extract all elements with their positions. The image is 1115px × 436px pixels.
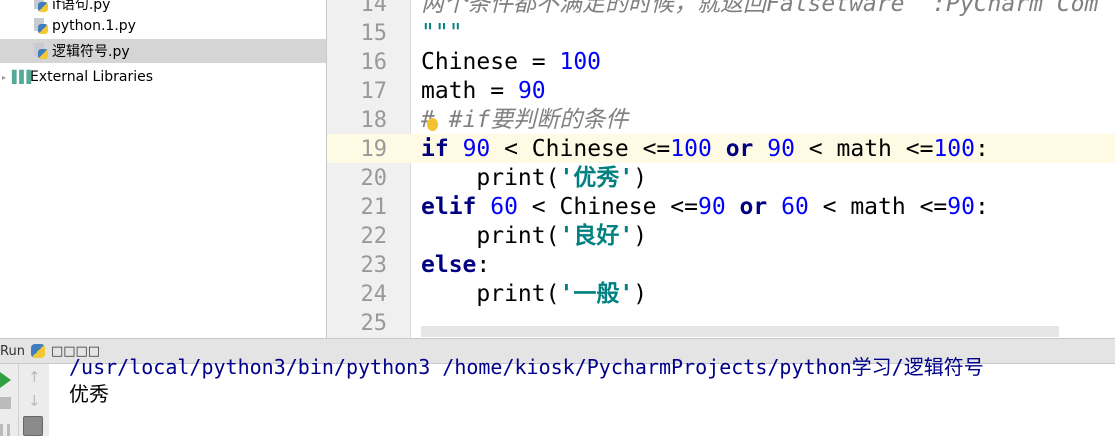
library-icon: ▌▌▌ bbox=[12, 70, 36, 84]
file-label: python.1.py bbox=[52, 18, 136, 34]
code-line-23: else: bbox=[421, 252, 491, 278]
console-output[interactable]: /usr/local/python3/bin/python3 /home/kio… bbox=[49, 355, 1115, 436]
console-controls: ↑ ↓ bbox=[18, 364, 49, 436]
line-number: 21 bbox=[360, 195, 388, 220]
up-arrow-icon[interactable]: ↑ bbox=[28, 368, 41, 386]
console-command: /usr/local/python3/bin/python3 /home/kio… bbox=[69, 355, 984, 379]
tree-external-libraries[interactable]: ▸ ▌▌▌ External Libraries bbox=[0, 65, 326, 89]
tree-file-python1[interactable]: python.1.py bbox=[0, 14, 326, 38]
file-label: 逻辑符号.py bbox=[52, 44, 130, 60]
code-line-21: elif 60 < Chinese <=90 or 60 < math <=90… bbox=[421, 194, 989, 220]
line-number: 17 bbox=[360, 79, 388, 104]
code-line-24: print('一般') bbox=[421, 281, 648, 307]
line-number: 25 bbox=[360, 311, 388, 336]
code-line-20: print('优秀') bbox=[421, 165, 648, 191]
python-file-icon bbox=[34, 43, 48, 59]
line-number: 18 bbox=[360, 108, 388, 133]
code-line-22: print('良好') bbox=[421, 223, 648, 249]
external-libraries-label: External Libraries bbox=[30, 69, 153, 85]
line-number: 20 bbox=[360, 166, 388, 191]
code-line-16: Chinese = 100 bbox=[421, 49, 602, 75]
code-line-19: if 90 < Chinese <=100 or 90 < math <=100… bbox=[421, 136, 989, 162]
tree-file-selected[interactable]: 逻辑符号.py bbox=[0, 39, 326, 63]
line-number: 16 bbox=[360, 50, 388, 75]
python-icon bbox=[30, 344, 45, 358]
stop-icon[interactable] bbox=[0, 397, 11, 409]
line-number: 24 bbox=[360, 282, 388, 307]
line-number: 15 bbox=[360, 21, 388, 46]
file-label: if语句.py bbox=[52, 0, 111, 13]
soft-wrap-icon[interactable] bbox=[23, 416, 43, 436]
expand-arrow-icon[interactable]: ▸ bbox=[2, 73, 12, 82]
horizontal-scrollbar[interactable] bbox=[421, 326, 1059, 337]
line-number: 14 bbox=[360, 0, 388, 17]
line-number: 19 bbox=[360, 137, 388, 162]
run-controls bbox=[0, 364, 18, 436]
line-number: 23 bbox=[360, 253, 388, 278]
rerun-icon[interactable] bbox=[0, 372, 11, 388]
down-arrow-icon[interactable]: ↓ bbox=[28, 392, 41, 410]
lightbulb-icon[interactable] bbox=[427, 118, 438, 131]
code-line-14: 两个条件都不满足的时候，就返回Falsetware :PyCharm Com bbox=[421, 0, 1099, 17]
python-file-icon bbox=[34, 18, 48, 34]
line-number: 22 bbox=[360, 224, 388, 249]
code-line-17: math = 90 bbox=[421, 78, 546, 104]
pause-icon[interactable] bbox=[0, 424, 10, 436]
code-line-18: # #if要判断的条件 bbox=[421, 107, 629, 133]
code-line-15: """ bbox=[421, 20, 463, 46]
console-output-text: 优秀 bbox=[69, 382, 109, 406]
project-tree: if语句.py python.1.py 逻辑符号.py ▸ ▌▌▌ External… bbox=[0, 0, 327, 338]
python-file-icon bbox=[34, 0, 48, 12]
run-tab-label[interactable]: Run bbox=[0, 344, 25, 359]
